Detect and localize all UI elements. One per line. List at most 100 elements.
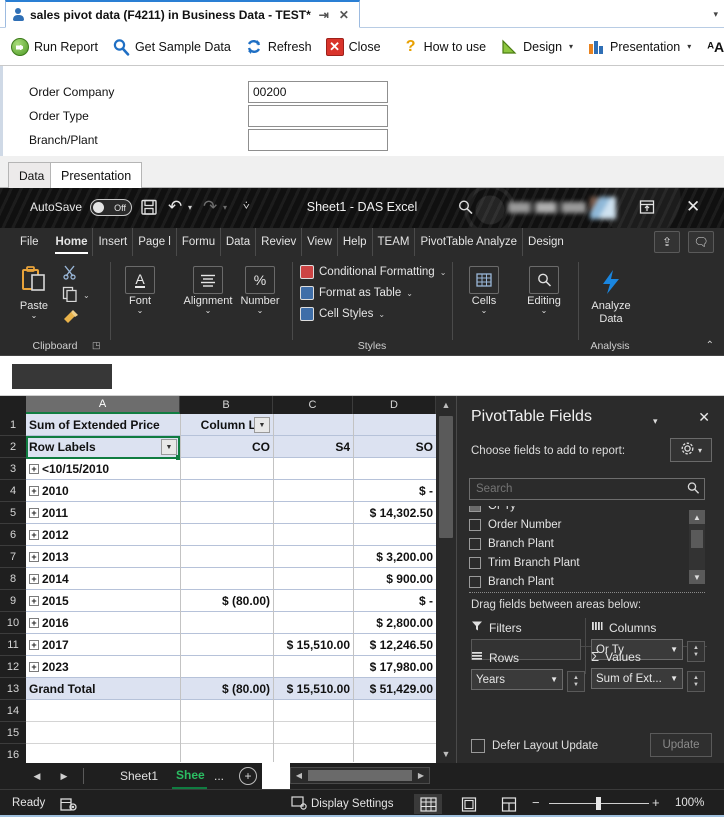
grid-cell-b2[interactable]: CO xyxy=(180,436,273,458)
grid-cell-c8[interactable] xyxy=(273,568,353,590)
column-header-c[interactable]: C xyxy=(273,396,353,414)
checkbox-icon[interactable] xyxy=(469,575,481,588)
grid-cell-d4[interactable]: $ - xyxy=(353,480,436,502)
tab-presentation[interactable]: Presentation xyxy=(50,162,143,188)
scroll-up-arrow[interactable]: ▲ xyxy=(436,396,456,414)
grid-cell-b5[interactable] xyxy=(180,502,273,524)
grid-cell-a10[interactable]: +2016 xyxy=(26,612,180,634)
chevron-down-icon[interactable]: ▾ xyxy=(653,416,658,427)
table-row[interactable] xyxy=(26,700,436,722)
grid-cell-c14[interactable] xyxy=(273,700,353,722)
table-row[interactable]: Row Labels CO S4 SO xyxy=(26,436,436,458)
close-button[interactable]: ✕ Close xyxy=(319,32,388,62)
grid-cell-a6[interactable]: +2012 xyxy=(26,524,180,546)
row-header[interactable]: 4 xyxy=(0,480,26,502)
grid-cell-c4[interactable] xyxy=(273,480,353,502)
grid-cell-d11[interactable]: $ 12,246.50 xyxy=(353,634,436,656)
grid-cell-c6[interactable] xyxy=(273,524,353,546)
grid-cell-d3[interactable] xyxy=(353,458,436,480)
close-icon[interactable]: ✕ xyxy=(337,9,351,21)
checkbox-icon[interactable] xyxy=(469,506,481,512)
row-header[interactable]: 14 xyxy=(0,700,26,722)
pin-icon[interactable]: ⇥ xyxy=(317,9,331,21)
grid-cell-a7[interactable]: +2013 xyxy=(26,546,180,568)
host-document-tab[interactable]: sales pivot data (F4211) in Business Dat… xyxy=(5,0,360,28)
table-row[interactable]: +2016 $ 2,800.00 xyxy=(26,612,436,634)
field-list-item[interactable]: Branch Plant xyxy=(469,534,705,553)
table-row[interactable]: +2023 $ 17,980.00 xyxy=(26,656,436,678)
collapse-ribbon-icon[interactable]: ⌃ xyxy=(706,340,714,351)
grid-cell-a13[interactable]: Grand Total xyxy=(26,678,180,700)
grid-cell-a4[interactable]: +2010 xyxy=(26,480,180,502)
order-type-input[interactable] xyxy=(248,105,388,127)
next-sheet-button[interactable]: ▶ xyxy=(55,767,73,785)
table-row[interactable]: +2014 $ 900.00 xyxy=(26,568,436,590)
window-close-icon[interactable]: ✕ xyxy=(686,197,700,217)
close-icon[interactable]: ✕ xyxy=(698,409,710,426)
add-sheet-button[interactable]: + xyxy=(239,767,257,785)
macro-record-icon[interactable] xyxy=(60,794,77,814)
grid-cell-a12[interactable]: +2023 xyxy=(26,656,180,678)
table-row[interactable]: +2011 $ 14,302.50 xyxy=(26,502,436,524)
grid-cell-d14[interactable] xyxy=(353,700,436,722)
ribbon-display-options-icon[interactable] xyxy=(638,198,656,216)
chevron-down-icon[interactable]: ▼ xyxy=(550,675,558,684)
grid-cell-b3[interactable] xyxy=(180,458,273,480)
name-box[interactable] xyxy=(12,364,112,389)
sheet-tab-overflow[interactable]: ... xyxy=(210,763,228,789)
expand-icon[interactable]: + xyxy=(29,508,39,518)
branch-plant-input[interactable] xyxy=(248,129,388,151)
zoom-level-label[interactable]: 100% xyxy=(675,797,704,809)
tab-data[interactable]: Data xyxy=(221,228,257,256)
tab-view[interactable]: View xyxy=(302,228,338,256)
zoom-out-button[interactable]: − xyxy=(532,795,540,810)
search-icon[interactable] xyxy=(457,199,474,216)
scroll-down-arrow[interactable]: ▼ xyxy=(689,570,705,584)
grid-cell-d2[interactable]: SO xyxy=(353,436,436,458)
grid-cell-b9[interactable]: $ (80.00) xyxy=(180,590,273,612)
grid-cell-d5[interactable]: $ 14,302.50 xyxy=(353,502,436,524)
paste-button[interactable]: Paste ⌄ xyxy=(10,264,58,320)
chevron-down-icon[interactable]: ▾ xyxy=(713,9,718,20)
display-settings-button[interactable]: Display Settings xyxy=(291,794,393,814)
table-row[interactable]: +2017 $ 15,510.00 $ 12,246.50 xyxy=(26,634,436,656)
tab-design[interactable]: Design xyxy=(523,228,569,256)
grid-cell-c2[interactable]: S4 xyxy=(273,436,353,458)
grid-cell-d7[interactable]: $ 3,200.00 xyxy=(353,546,436,568)
column-header-a[interactable]: A xyxy=(26,396,180,414)
presentation-button[interactable]: Presentation ▾ xyxy=(580,32,698,62)
rows-area[interactable]: Rows Years ▼ ▲ ▼ xyxy=(471,650,586,692)
expand-icon[interactable]: + xyxy=(29,486,39,496)
grid-cell-a14[interactable] xyxy=(26,700,180,722)
table-row[interactable]: +2012 xyxy=(26,524,436,546)
page-break-view-icon[interactable] xyxy=(495,794,523,814)
expand-icon[interactable]: + xyxy=(29,530,39,540)
grid-cell-d13[interactable]: $ 51,429.00 xyxy=(353,678,436,700)
row-header[interactable]: 6 xyxy=(0,524,26,546)
zoom-slider-thumb[interactable] xyxy=(596,797,601,810)
share-icon[interactable]: ⇪ xyxy=(654,231,680,253)
expand-icon[interactable]: + xyxy=(29,552,39,562)
tab-team[interactable]: TEAM xyxy=(373,228,416,256)
scroll-thumb[interactable] xyxy=(308,770,412,781)
scroll-thumb[interactable] xyxy=(691,530,703,548)
values-field-pill[interactable]: Sum of Ext... ▼ xyxy=(591,668,683,689)
comments-icon[interactable]: 🗨 xyxy=(688,231,714,253)
grid-cell-c10[interactable] xyxy=(273,612,353,634)
grid-cell-a8[interactable]: +2014 xyxy=(26,568,180,590)
editing-group-button[interactable]: Editing ⌄ xyxy=(516,266,572,315)
row-header[interactable]: 15 xyxy=(0,722,26,744)
grid-cell-d6[interactable] xyxy=(353,524,436,546)
expand-icon[interactable]: + xyxy=(29,640,39,650)
scroll-left-arrow[interactable]: ◀ xyxy=(291,768,307,783)
font-group-button[interactable]: A Font ⌄ xyxy=(114,266,166,315)
tab-home[interactable]: Home xyxy=(51,228,94,256)
grid-cell-a3[interactable]: + <10/15/2010 xyxy=(26,458,180,480)
field-list-scrollbar[interactable]: ▲ ▼ xyxy=(689,510,705,584)
grid-cell-c13[interactable]: $ 15,510.00 xyxy=(273,678,353,700)
grid-cell-a1[interactable]: Sum of Extended Price xyxy=(26,414,180,436)
tab-help[interactable]: Help xyxy=(338,228,373,256)
how-to-use-button[interactable]: ? How to use xyxy=(396,32,494,62)
copy-button[interactable]: ⌄ xyxy=(62,286,90,305)
grid-cell-b13[interactable]: $ (80.00) xyxy=(180,678,273,700)
